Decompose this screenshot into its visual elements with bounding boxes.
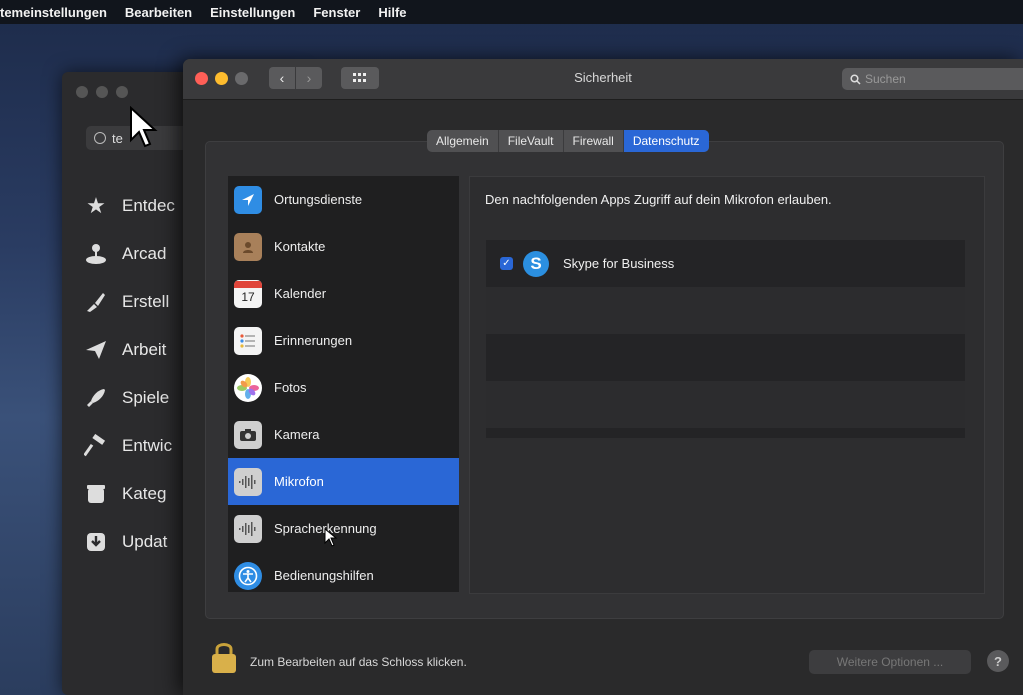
calendar-icon: 17 bbox=[234, 279, 262, 308]
list-item-bedienungshilfen[interactable]: Bedienungshilfen bbox=[228, 552, 459, 599]
sidebar-item-label: Erstell bbox=[122, 292, 170, 311]
sidebar-item-label: Kateg bbox=[122, 484, 167, 503]
mouse-pointer-icon bbox=[130, 106, 158, 148]
sidebar-item-erstellen[interactable]: Erstell bbox=[82, 278, 175, 326]
box-icon bbox=[82, 480, 110, 508]
skype-icon: S bbox=[523, 250, 549, 277]
location-arrow-icon bbox=[234, 185, 262, 214]
search-value: te bbox=[112, 130, 123, 146]
sidebar-item-arbeiten[interactable]: Arbeit bbox=[82, 326, 175, 374]
sidebar-item-label: Arcad bbox=[122, 244, 167, 263]
help-button[interactable]: ? bbox=[987, 650, 1009, 672]
sidebar-item-spiele[interactable]: Spiele bbox=[82, 374, 175, 422]
list-item-fotos[interactable]: Fotos bbox=[228, 364, 459, 411]
empty-row bbox=[486, 334, 965, 381]
search-icon bbox=[850, 73, 861, 85]
sidebar-item-label: Arbeit bbox=[122, 340, 167, 359]
skype-checkbox[interactable]: ✓ bbox=[500, 257, 513, 270]
lock-icon[interactable] bbox=[210, 639, 238, 675]
list-item-skype[interactable]: ✓ S Skype for Business bbox=[486, 240, 965, 287]
sidebar-item-label: Updat bbox=[122, 532, 168, 551]
lock-instruction: Zum Bearbeiten auf das Schloss klicken. bbox=[250, 655, 467, 669]
list-item-kamera[interactable]: Kamera bbox=[228, 411, 459, 458]
menu-fenster[interactable]: Fenster bbox=[313, 5, 360, 20]
sidebar-item-label: Entwic bbox=[122, 436, 173, 455]
minimize-button-inactive[interactable] bbox=[96, 86, 108, 98]
menu-bar: temeinstellungen Bearbeiten Einstellunge… bbox=[0, 0, 1023, 24]
checkmark-icon: ✓ bbox=[502, 258, 511, 269]
rocket-icon bbox=[82, 384, 110, 412]
star-icon: ★ bbox=[86, 193, 106, 218]
list-item-erinnerungen[interactable]: Erinnerungen bbox=[228, 317, 459, 364]
sidebar-item-kategorien[interactable]: Kateg bbox=[82, 470, 175, 518]
list-item-label: Kalender bbox=[274, 286, 327, 301]
permission-description: Den nachfolgenden Apps Zugriff auf dein … bbox=[485, 192, 832, 207]
app-store-sidebar: ★ Entdec Arcad Erstell Arbeit Spiele Ent… bbox=[82, 182, 175, 566]
reminders-icon bbox=[234, 326, 262, 355]
list-item-ortungsdienste[interactable]: Ortungsdienste bbox=[228, 176, 459, 223]
list-item-label: Fotos bbox=[274, 380, 307, 395]
sidebar-item-updates[interactable]: Updat bbox=[82, 518, 175, 566]
download-icon bbox=[82, 528, 110, 556]
search-placeholder: Suchen bbox=[865, 72, 906, 86]
search-icon bbox=[94, 132, 106, 144]
sidebar-item-label: Entdec bbox=[122, 196, 175, 215]
menu-bearbeiten[interactable]: Bearbeiten bbox=[125, 5, 192, 20]
contacts-book-icon bbox=[234, 232, 262, 261]
calendar-day: 17 bbox=[241, 290, 255, 304]
sidebar-item-entwickeln[interactable]: Entwic bbox=[82, 422, 175, 470]
allowed-apps-list: ✓ S Skype for Business bbox=[486, 240, 965, 438]
empty-row bbox=[486, 287, 965, 334]
joystick-icon bbox=[82, 240, 110, 268]
mouse-pointer-icon bbox=[324, 528, 338, 547]
brush-icon bbox=[82, 288, 110, 316]
menu-hilfe[interactable]: Hilfe bbox=[378, 5, 406, 20]
window-controls-inactive bbox=[76, 86, 128, 98]
menu-app-name[interactable]: temeinstellungen bbox=[0, 5, 107, 20]
list-item-spracherkennung[interactable]: Spracherkennung bbox=[228, 505, 459, 552]
security-preferences-window: ‹ › Sicherheit Suchen Allgemein FileVaul… bbox=[183, 59, 1023, 695]
tab-filevault[interactable]: FileVault bbox=[499, 130, 564, 152]
empty-row bbox=[486, 381, 965, 428]
list-item-label: Ortungsdienste bbox=[274, 192, 363, 207]
tab-firewall[interactable]: Firewall bbox=[564, 130, 624, 152]
app-name: Skype for Business bbox=[563, 256, 675, 271]
list-item-label: Bedienungshilfen bbox=[274, 568, 374, 583]
zoom-button-inactive[interactable] bbox=[116, 86, 128, 98]
tab-allgemein[interactable]: Allgemein bbox=[427, 130, 499, 152]
list-item-label: Kontakte bbox=[274, 239, 326, 254]
title-bar: ‹ › Sicherheit Suchen bbox=[183, 59, 1023, 100]
preferences-search-input[interactable]: Suchen bbox=[842, 68, 1023, 90]
microphone-waveform-icon bbox=[234, 467, 262, 496]
calendar-header bbox=[234, 281, 262, 288]
list-item-kontakte[interactable]: Kontakte bbox=[228, 223, 459, 270]
more-options-button[interactable]: Weitere Optionen ... bbox=[809, 650, 971, 674]
list-item-label: Mikrofon bbox=[274, 474, 324, 489]
paperplane-icon bbox=[82, 336, 110, 364]
photos-icon bbox=[234, 373, 262, 402]
close-button-inactive[interactable] bbox=[76, 86, 88, 98]
list-item-label: Erinnerungen bbox=[274, 333, 353, 348]
menu-einstellungen[interactable]: Einstellungen bbox=[210, 5, 295, 20]
sidebar-item-arcade[interactable]: Arcad bbox=[82, 230, 175, 278]
list-item-kalender[interactable]: 17 Kalender bbox=[228, 270, 459, 317]
sidebar-item-entdecken[interactable]: ★ Entdec bbox=[82, 182, 175, 230]
list-item-label: Kamera bbox=[274, 427, 320, 442]
privacy-category-list: Ortungsdienste Kontakte 17 Kalender Erin… bbox=[228, 176, 459, 592]
accessibility-icon bbox=[234, 561, 262, 590]
tab-bar: Allgemein FileVault Firewall Datenschutz bbox=[427, 130, 709, 152]
sidebar-item-label: Spiele bbox=[122, 388, 170, 407]
speech-waveform-icon bbox=[234, 514, 262, 543]
list-item-mikrofon[interactable]: Mikrofon bbox=[228, 458, 459, 505]
camera-icon bbox=[234, 420, 262, 449]
hammer-icon bbox=[82, 432, 110, 460]
tab-datenschutz[interactable]: Datenschutz bbox=[623, 130, 709, 152]
